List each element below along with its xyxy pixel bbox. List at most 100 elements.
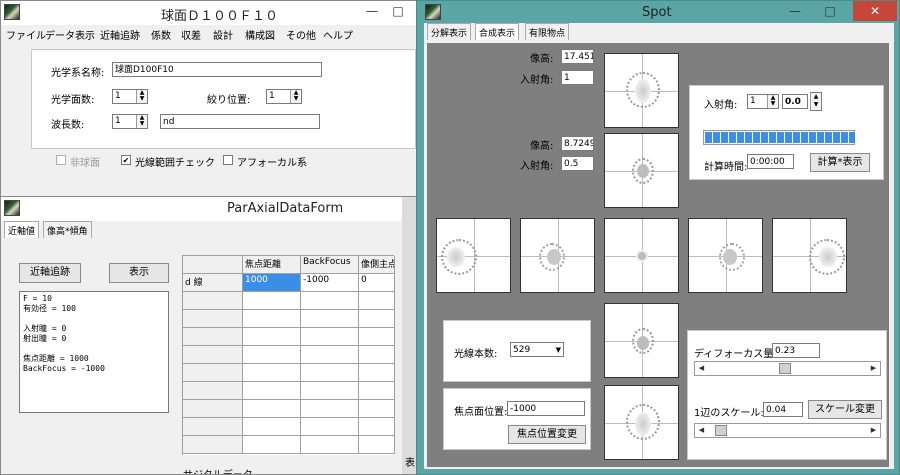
menu-other[interactable]: その他: [286, 27, 316, 42]
menu-design[interactable]: 設計: [213, 27, 233, 42]
grid-empty-cell[interactable]: [243, 310, 301, 328]
maximize-icon[interactable]: □: [387, 1, 409, 21]
change-scale-button[interactable]: スケール変更: [808, 400, 882, 419]
menu-file[interactable]: ファイル: [6, 27, 46, 42]
image-height-upper-field[interactable]: 17.451: [561, 49, 594, 64]
scroll-left-icon[interactable]: ◀: [695, 424, 708, 437]
grid-cell-principal[interactable]: 0: [359, 274, 395, 292]
afocal-checkbox[interactable]: [223, 155, 233, 165]
tab-decomposed-view[interactable]: 分解表示: [427, 23, 472, 40]
calc-angle-decimal-field[interactable]: 0.0: [782, 94, 808, 109]
grid-header-backfocus: BackFocus: [301, 256, 359, 274]
grid-cell-focal-length[interactable]: 1000: [243, 274, 301, 292]
tab-finite-object[interactable]: 有限物点: [525, 23, 570, 40]
grid-empty-cell[interactable]: [243, 382, 301, 400]
scale-slider[interactable]: ◀ ▶: [694, 423, 881, 438]
system-name-input[interactable]: 球面D100F10: [112, 62, 322, 77]
menu-layout[interactable]: 構成図: [245, 27, 275, 42]
grid-empty-cell[interactable]: [359, 400, 395, 418]
minimize-icon[interactable]: —: [361, 1, 383, 21]
ray-range-checkbox[interactable]: ✔: [121, 155, 131, 165]
scroll-right-icon[interactable]: ▶: [867, 424, 880, 437]
incident-angle-upper-field[interactable]: 1: [561, 70, 594, 85]
grid-empty-cell[interactable]: [243, 436, 301, 454]
grid-empty-cell[interactable]: [243, 418, 301, 436]
defocus-slider-thumb[interactable]: [779, 363, 791, 374]
spot-diagram-center: [604, 218, 679, 293]
grid-empty-cell[interactable]: [359, 364, 395, 382]
grid-empty-cell[interactable]: [243, 346, 301, 364]
dropdown-arrow-icon[interactable]: ▼: [556, 344, 561, 356]
ray-count-select[interactable]: 529 ▼: [510, 342, 564, 357]
grid-empty-cell[interactable]: [301, 436, 359, 454]
app-icon: [425, 4, 441, 20]
grid-header-focal-length: 焦点距離: [243, 256, 301, 274]
menu-paraxial[interactable]: 近軸追跡: [100, 27, 140, 42]
ray-count-panel: 光線本数: 529 ▼: [443, 320, 591, 382]
grid-empty-cell[interactable]: [359, 328, 395, 346]
minimize-icon[interactable]: —: [782, 1, 808, 21]
spinner-arrows-icon[interactable]: ▲ ▼: [136, 115, 147, 128]
image-height-middle-field[interactable]: 8.7249: [561, 136, 594, 151]
scale-slider-thumb[interactable]: [715, 425, 727, 436]
paraxial-window: ParAxialDataForm 近軸値 像高*傾角 近軸追跡 表示 F = 1…: [0, 196, 418, 475]
main-window: 球面Ｄ１００Ｆ１０ — □ ファイル データ表示 近軸追跡 係数 収差 設計 構…: [0, 0, 418, 200]
maximize-icon[interactable]: □: [817, 1, 843, 21]
grid-empty-cell[interactable]: [301, 328, 359, 346]
grid-empty-cell: [183, 310, 243, 328]
tab-image-height-tilt[interactable]: 像高*傾角: [43, 221, 92, 238]
grid-empty-cell[interactable]: [301, 310, 359, 328]
surface-count-spinner[interactable]: 1 ▲ ▼: [112, 89, 148, 104]
surface-count-value: 1: [115, 91, 121, 101]
show-button[interactable]: 表示: [109, 263, 169, 283]
aspheric-checkbox[interactable]: [56, 155, 66, 165]
grid-empty-cell[interactable]: [359, 418, 395, 436]
wavelength-count-spinner[interactable]: 1 ▲ ▼: [112, 114, 148, 129]
grid-empty-cell[interactable]: [359, 346, 395, 364]
spinner-arrows-icon[interactable]: ▲ ▼: [767, 95, 778, 108]
grid-empty-cell[interactable]: [301, 418, 359, 436]
grid-cell-backfocus[interactable]: -1000: [301, 274, 359, 292]
menu-coefficient[interactable]: 係数: [151, 27, 171, 42]
calc-angle-spinner[interactable]: 1 ▲ ▼: [747, 94, 779, 109]
grid-empty-cell[interactable]: [359, 310, 395, 328]
grid-empty-cell[interactable]: [359, 382, 395, 400]
spinner-arrows-icon[interactable]: ▲ ▼: [136, 90, 147, 103]
grid-empty-cell[interactable]: [301, 382, 359, 400]
afocal-label: アフォーカル系: [237, 158, 307, 169]
menu-data-display[interactable]: データ表示: [45, 27, 95, 42]
tab-composite-view[interactable]: 合成表示: [475, 23, 520, 40]
grid-empty-cell[interactable]: [301, 364, 359, 382]
grid-empty-cell[interactable]: [301, 400, 359, 418]
grid-empty-cell[interactable]: [243, 364, 301, 382]
calc-angle-decimal-spinner[interactable]: ▲ ▼: [810, 92, 822, 111]
scale-field[interactable]: 0.04: [763, 402, 803, 417]
spinner-arrows-icon[interactable]: ▲ ▼: [810, 93, 821, 110]
menu-aberration[interactable]: 収差: [181, 27, 201, 42]
grid-empty-cell[interactable]: [243, 400, 301, 418]
grid-empty-cell[interactable]: [359, 436, 395, 454]
spot-diagram-bottom: [604, 385, 679, 460]
stop-position-spinner[interactable]: 1 ▲ ▼: [266, 89, 302, 104]
grid-empty-cell[interactable]: [359, 292, 395, 310]
wavelength-name-input[interactable]: nd: [160, 114, 320, 129]
calculate-display-button[interactable]: 計算*表示: [810, 153, 870, 172]
grid-empty-cell[interactable]: [301, 292, 359, 310]
menu-help[interactable]: ヘルプ: [323, 27, 353, 42]
paraxial-trace-button[interactable]: 近軸追跡: [19, 263, 81, 283]
grid-empty-cell[interactable]: [301, 346, 359, 364]
focus-position-field[interactable]: -1000: [507, 401, 585, 416]
spinner-arrows-icon[interactable]: ▲ ▼: [290, 90, 301, 103]
spot-diagram-lower-middle: [604, 303, 679, 378]
tab-paraxial-values[interactable]: 近軸値: [4, 221, 40, 238]
scroll-right-icon[interactable]: ▶: [867, 362, 880, 375]
defocus-field[interactable]: 0.23: [772, 343, 820, 358]
grid-empty-cell[interactable]: [243, 292, 301, 310]
incident-angle-middle-field[interactable]: 0.5: [561, 156, 594, 171]
defocus-slider[interactable]: ◀ ▶: [694, 361, 881, 376]
close-icon[interactable]: ✕: [853, 1, 897, 21]
grid-empty-cell[interactable]: [243, 328, 301, 346]
scroll-left-icon[interactable]: ◀: [695, 362, 708, 375]
change-focus-position-button[interactable]: 焦点位置変更: [508, 425, 586, 444]
grid-empty-cell: [183, 400, 243, 418]
